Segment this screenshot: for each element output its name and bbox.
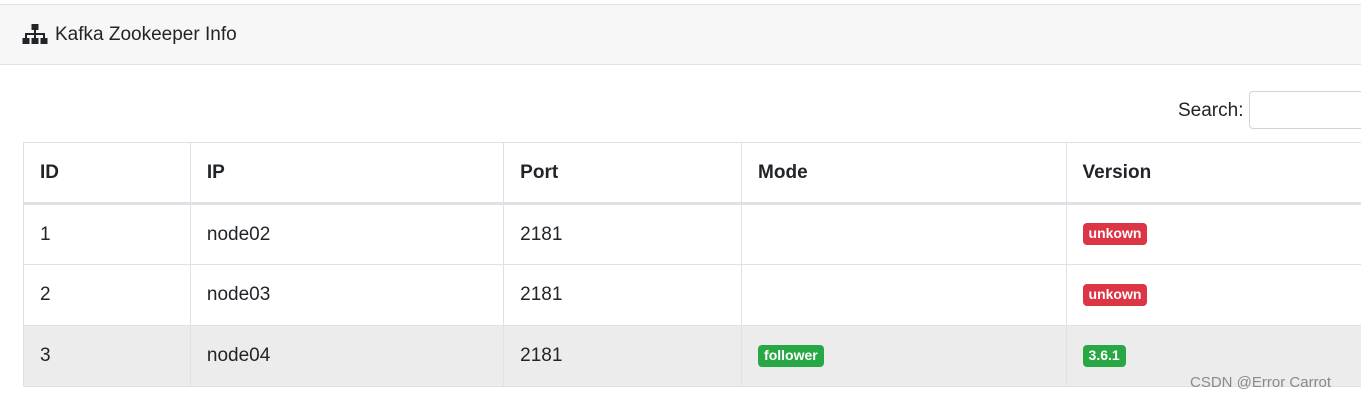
cell-ip: node02 <box>190 204 503 265</box>
version-badge: 3.6.1 <box>1083 345 1126 367</box>
card-header: Kafka Zookeeper Info <box>0 5 1361 65</box>
search-label: Search: <box>1178 100 1243 122</box>
search-area: Search: <box>1178 91 1361 131</box>
cell-mode <box>742 265 1067 326</box>
sitemap-icon <box>22 24 48 46</box>
search-input[interactable] <box>1249 91 1361 129</box>
cell-ip: node03 <box>190 265 503 326</box>
zookeeper-table: ID IP Port Mode Version 1 node02 2181 un… <box>23 142 1361 387</box>
cell-id: 1 <box>24 204 191 265</box>
table-row: 1 node02 2181 unkown <box>24 204 1361 265</box>
table-row: 3 node04 2181 follower 3.6.1 <box>24 326 1361 387</box>
mode-badge: follower <box>758 345 824 367</box>
table-row: 2 node03 2181 unkown <box>24 265 1361 326</box>
table-header-row: ID IP Port Mode Version <box>24 143 1361 204</box>
cell-port: 2181 <box>504 265 742 326</box>
version-badge: unkown <box>1083 284 1148 306</box>
column-header-ip[interactable]: IP <box>190 143 503 204</box>
cell-version: unkown <box>1066 265 1361 326</box>
cell-port: 2181 <box>504 204 742 265</box>
cell-version: unkown <box>1066 204 1361 265</box>
column-header-id[interactable]: ID <box>24 143 191 204</box>
cell-mode <box>742 204 1067 265</box>
cell-mode: follower <box>742 326 1067 387</box>
cell-id: 2 <box>24 265 191 326</box>
column-header-port[interactable]: Port <box>504 143 742 204</box>
watermark: CSDN @Error Carrot <box>1190 374 1331 391</box>
column-header-mode[interactable]: Mode <box>742 143 1067 204</box>
column-header-version[interactable]: Version <box>1066 143 1361 204</box>
version-badge: unkown <box>1083 223 1148 245</box>
cell-port: 2181 <box>504 326 742 387</box>
cell-id: 3 <box>24 326 191 387</box>
page-title: Kafka Zookeeper Info <box>55 23 237 47</box>
cell-ip: node04 <box>190 326 503 387</box>
